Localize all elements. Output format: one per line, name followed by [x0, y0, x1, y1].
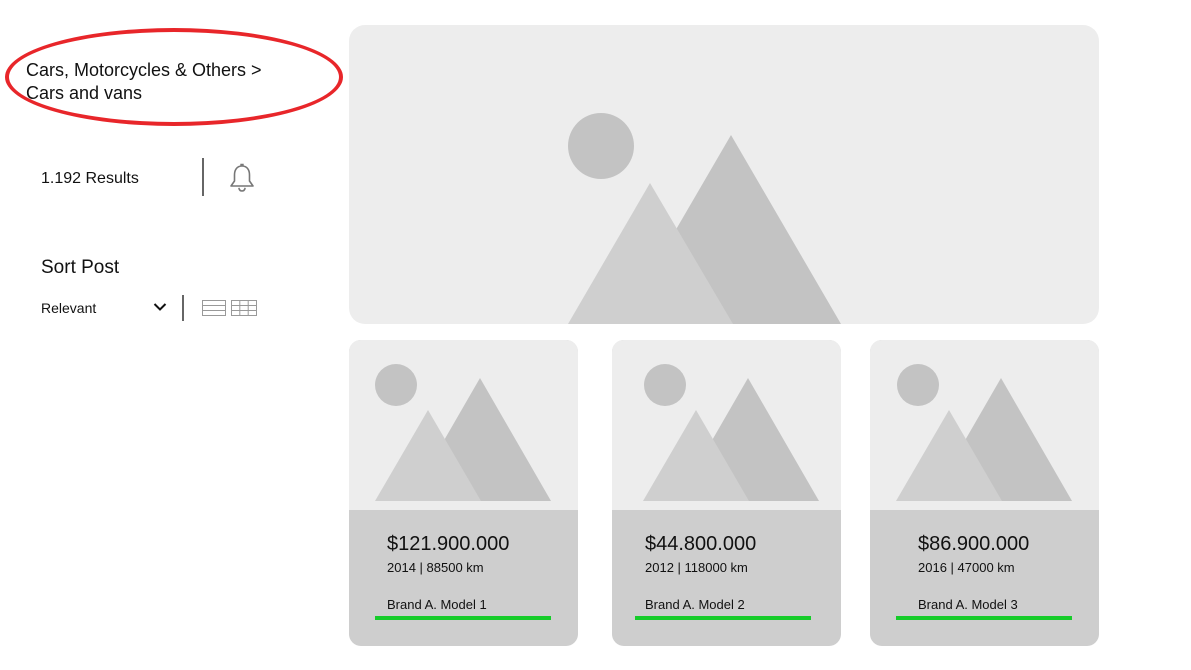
divider	[202, 158, 204, 196]
listing-image	[349, 340, 578, 510]
image-placeholder-icon	[643, 364, 819, 501]
listing-year-mileage: 2016 | 47000 km	[918, 560, 1015, 575]
listing-image	[870, 340, 1099, 510]
chevron-down-icon	[153, 299, 167, 317]
breadcrumb[interactable]: Cars, Motorcycles & Others > Cars and va…	[26, 59, 262, 105]
listing-card[interactable]: $121.900.000 2014 | 88500 km Brand A. Mo…	[349, 340, 578, 646]
breadcrumb-parent[interactable]: Cars, Motorcycles & Others >	[26, 59, 262, 82]
bell-icon[interactable]	[226, 162, 258, 194]
image-placeholder-icon	[896, 364, 1072, 501]
listing-model[interactable]: Brand A. Model 2	[645, 597, 745, 612]
results-count: 1.192 Results	[41, 170, 139, 187]
sort-select[interactable]: Relevant	[41, 297, 167, 319]
sort-post-title: Sort Post	[41, 257, 120, 278]
model-underline	[635, 616, 811, 620]
list-view-icon[interactable]	[202, 299, 226, 317]
divider	[182, 295, 184, 321]
listing-price: $44.800.000	[645, 533, 757, 555]
listing-model[interactable]: Brand A. Model 3	[918, 597, 1018, 612]
listing-price: $121.900.000	[387, 533, 510, 555]
grid-view-icon[interactable]	[231, 299, 257, 317]
listing-card[interactable]: $86.900.000 2016 | 47000 km Brand A. Mod…	[870, 340, 1099, 646]
listing-card[interactable]: $44.800.000 2012 | 118000 km Brand A. Mo…	[612, 340, 841, 646]
sort-selected-value: Relevant	[41, 300, 97, 316]
listing-image	[612, 340, 841, 510]
listing-price: $86.900.000	[918, 533, 1030, 555]
model-underline	[375, 616, 551, 620]
breadcrumb-current: Cars and vans	[26, 83, 143, 103]
image-placeholder-icon	[568, 113, 841, 324]
hero-image[interactable]	[349, 25, 1099, 324]
listing-year-mileage: 2014 | 88500 km	[387, 560, 484, 575]
model-underline	[896, 616, 1072, 620]
image-placeholder-icon	[375, 364, 551, 501]
listing-year-mileage: 2012 | 118000 km	[645, 560, 748, 575]
listing-model[interactable]: Brand A. Model 1	[387, 597, 487, 612]
